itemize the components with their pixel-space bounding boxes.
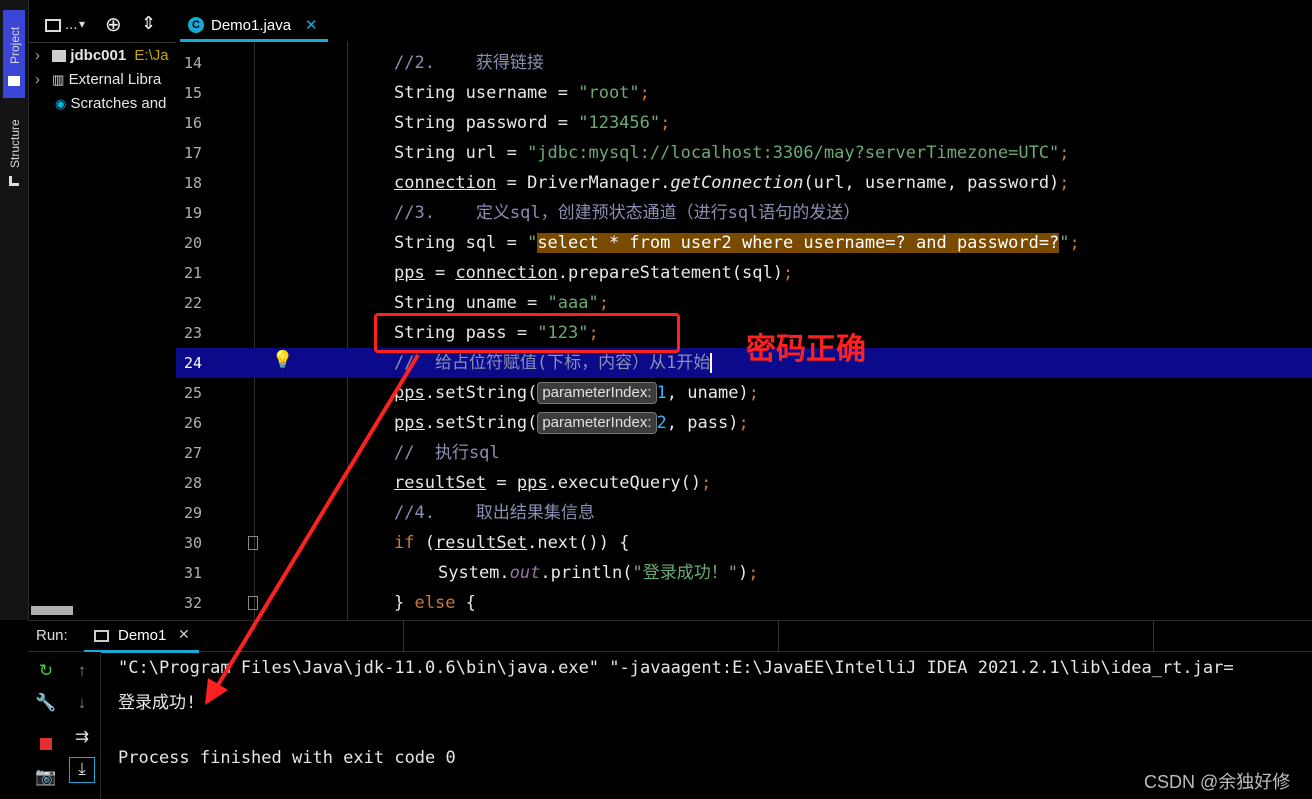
annotation-arrow xyxy=(205,353,420,705)
watermark: CSDN @余独好修 xyxy=(1144,772,1291,792)
